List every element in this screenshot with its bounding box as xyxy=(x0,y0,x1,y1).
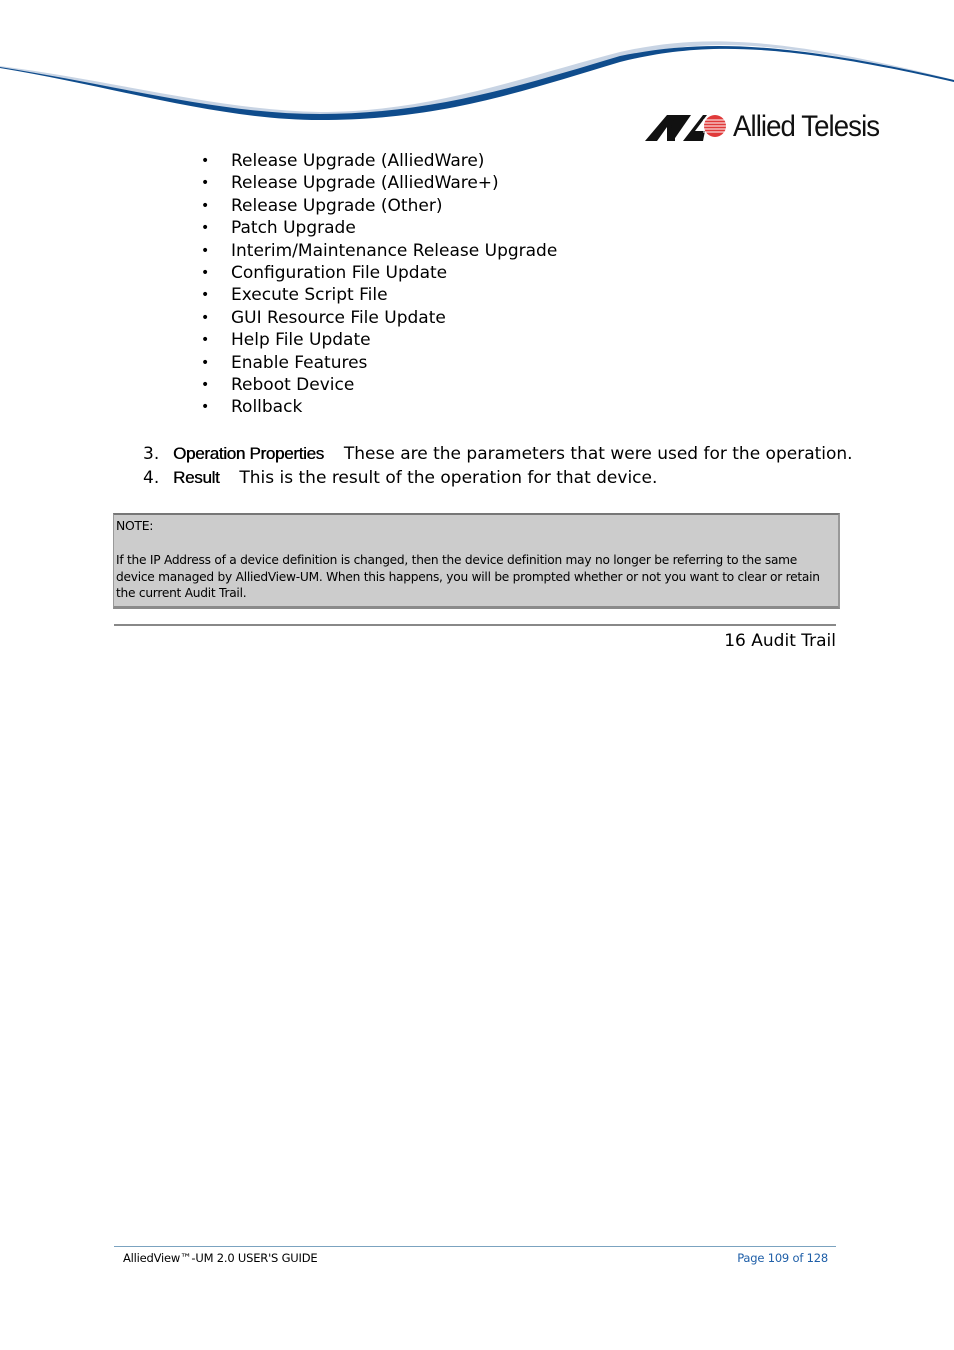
numbered-list: 3. Operation Properties These are the para… xyxy=(143,442,853,490)
logo-wordmark: Allied Telesis xyxy=(733,110,880,143)
list-item: • Release Upgrade (AlliedWare+) xyxy=(201,173,499,194)
list-item: • Release Upgrade (AlliedWare) xyxy=(201,151,485,171)
numbered-item-result: 4. Result This is the result of the operat… xyxy=(143,466,853,490)
list-item: • Configuration File Update xyxy=(201,262,448,283)
bullet-icon: • xyxy=(201,264,210,281)
list-item: • Release Upgrade (Other) xyxy=(201,195,443,216)
list-item: • Rollback xyxy=(201,397,303,418)
bullet-icon: • xyxy=(201,309,210,326)
bullet-icon: • xyxy=(201,175,210,192)
bullet-icon: • xyxy=(201,376,210,393)
operation-type-list: • Release Upgrade (AlliedWare) • Release U… xyxy=(201,150,557,419)
list-item: • Enable Features xyxy=(201,352,368,373)
allied-telesis-logo-mark-icon xyxy=(645,115,727,141)
list-item: • GUI Resource File Update xyxy=(201,307,446,328)
list-item: • Interim/Maintenance Release Upgrade xyxy=(201,240,558,261)
item-term: Result xyxy=(173,468,220,487)
bullet-icon: • xyxy=(201,399,210,416)
bullet-icon: • xyxy=(201,354,210,371)
item-description: These are the parameters that were used … xyxy=(343,444,853,464)
bullet-icon: • xyxy=(201,332,210,349)
note-title: NOTE: xyxy=(116,518,154,533)
list-item: • Help File Update xyxy=(201,330,371,351)
bullet-icon: • xyxy=(201,220,210,237)
section-divider xyxy=(114,624,836,626)
footer-guide-title: AlliedView™-UM 2.0 USER'S GUIDE xyxy=(123,1251,318,1265)
note-body: If the IP Address of a device definition… xyxy=(116,553,820,601)
section-label: 16 Audit Trail xyxy=(724,631,836,651)
list-item: • Reboot Device xyxy=(201,374,355,395)
item-term: Operation Properties xyxy=(173,444,324,463)
item-description: This is the result of the operation for … xyxy=(239,468,658,488)
bullet-icon: • xyxy=(201,153,210,169)
list-item: • Execute Script File xyxy=(201,285,388,306)
numbered-item-operation-properties: 3. Operation Properties These are the para… xyxy=(143,442,853,466)
footer-page-number: Page 109 of 128 xyxy=(737,1251,828,1265)
item-number: 4. xyxy=(143,468,160,488)
item-number: 3. xyxy=(143,444,160,464)
note-box: NOTE: If the IP Address of a device defi… xyxy=(113,513,840,609)
footer-divider xyxy=(114,1246,836,1247)
allied-telesis-logo: Allied Telesis xyxy=(645,110,892,144)
bullet-icon: • xyxy=(201,242,210,259)
list-item: • Patch Upgrade xyxy=(201,218,356,239)
bullet-icon: • xyxy=(201,287,210,304)
bullet-icon: • xyxy=(201,197,210,214)
